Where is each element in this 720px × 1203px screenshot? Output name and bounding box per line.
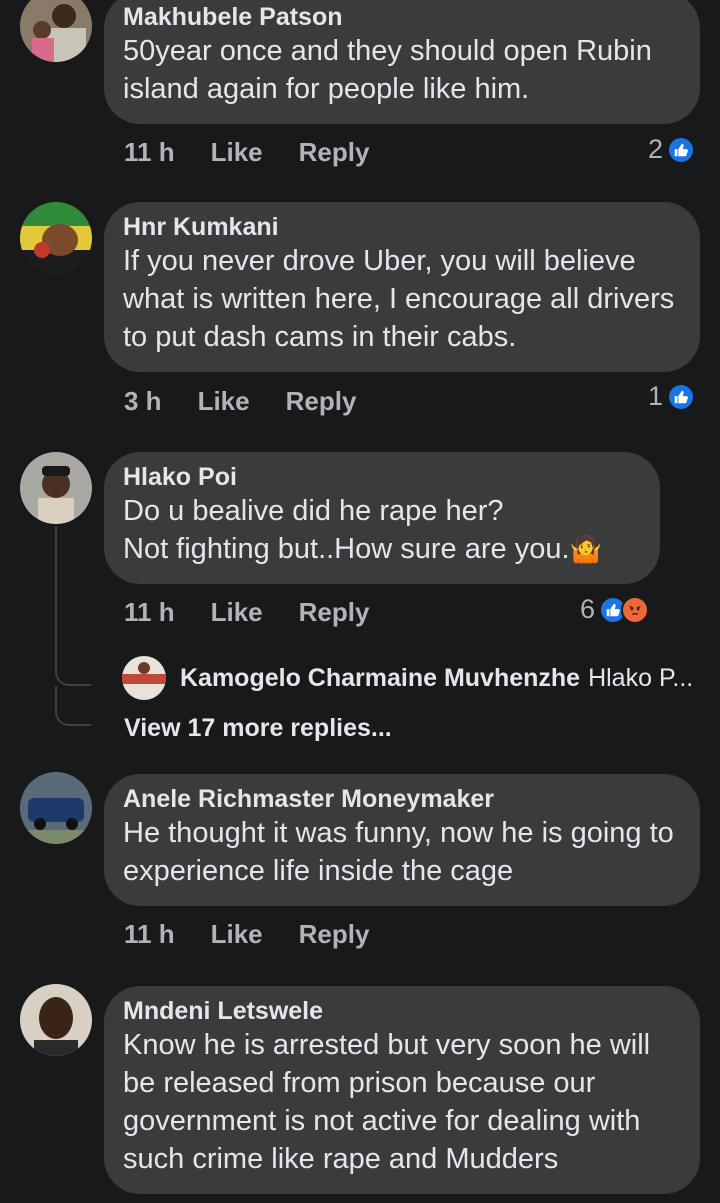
comment-author[interactable]: Mndeni Letswele	[123, 996, 680, 1026]
avatar[interactable]	[20, 452, 92, 524]
comment-author[interactable]: Anele Richmaster Moneymaker	[123, 784, 680, 814]
reply-author[interactable]: Kamogelo Charmaine Muvhenzhe	[180, 664, 580, 693]
comment-text: Know he is arrested but very soon he wil…	[123, 1029, 651, 1175]
comment-author[interactable]: Hlako Poi	[123, 462, 640, 492]
thread-connector	[55, 526, 91, 686]
like-button[interactable]: Like	[211, 137, 263, 168]
avatar[interactable]	[20, 0, 92, 62]
comment-bubble: Makhubele Patson 50year once and they sh…	[104, 0, 700, 124]
reply-snippet: Hlako P...	[588, 663, 694, 692]
angry-icon	[621, 595, 650, 624]
comment-bubble: Anele Richmaster Moneymaker He thought i…	[104, 774, 700, 906]
comment-bubble: Hnr Kumkani If you never drove Uber, you…	[104, 202, 700, 372]
reaction-count: 2	[648, 134, 664, 164]
like-button[interactable]: Like	[211, 597, 263, 628]
comment-actions: 11 h Like Reply	[124, 134, 405, 170]
reaction-summary[interactable]: 6	[580, 594, 650, 625]
comment-text-body: Do u bealive did he rape her? Not fighti…	[123, 495, 570, 565]
reaction-summary[interactable]: 1	[648, 381, 696, 412]
reply-button[interactable]: Reply	[286, 386, 357, 417]
comment-text: If you never drove Uber, you will believ…	[123, 245, 675, 353]
avatar[interactable]	[20, 984, 92, 1056]
comment-time[interactable]: 3 h	[124, 386, 162, 417]
reply-button[interactable]: Reply	[299, 597, 370, 628]
comment-text: Do u bealive did he rape her? Not fighti…	[123, 492, 640, 568]
comment-actions: 3 h Like Reply	[124, 383, 392, 419]
shrug-emoji: 🤷	[569, 534, 602, 564]
reaction-summary[interactable]: 2	[648, 134, 696, 165]
avatar[interactable]	[20, 202, 92, 274]
comment-time[interactable]: 11 h	[124, 137, 175, 168]
avatar[interactable]	[20, 772, 92, 844]
comment-bubble: Hlako Poi Do u bealive did he rape her? …	[104, 452, 660, 584]
reaction-count: 6	[580, 594, 596, 624]
comment-actions: 11 h Like Reply	[124, 594, 405, 630]
reply-button[interactable]: Reply	[299, 919, 370, 950]
reaction-count: 1	[648, 381, 664, 411]
view-more-replies-link[interactable]: View 17 more replies...	[124, 714, 392, 743]
comment-text: He thought it was funny, now he is going…	[123, 817, 674, 887]
like-icon	[667, 382, 696, 411]
reply-preview[interactable]: Kamogelo Charmaine Muvhenzhe Hlako P...	[122, 656, 693, 700]
like-icon	[667, 135, 696, 164]
like-button[interactable]: Like	[198, 386, 250, 417]
like-button[interactable]: Like	[211, 919, 263, 950]
avatar[interactable]	[122, 656, 166, 700]
comment-author[interactable]: Makhubele Patson	[123, 2, 680, 32]
comment-author[interactable]: Hnr Kumkani	[123, 212, 680, 242]
comment-actions: 11 h Like Reply	[124, 916, 405, 952]
reply-button[interactable]: Reply	[299, 137, 370, 168]
comment-time[interactable]: 11 h	[124, 597, 175, 628]
comment-text: 50year once and they should open Rubin i…	[123, 35, 652, 105]
comment-bubble: Mndeni Letswele Know he is arrested but …	[104, 986, 700, 1194]
comment-time[interactable]: 11 h	[124, 919, 175, 950]
thread-connector	[55, 686, 91, 726]
comments-feed: Makhubele Patson 50year once and they sh…	[0, 0, 720, 1203]
